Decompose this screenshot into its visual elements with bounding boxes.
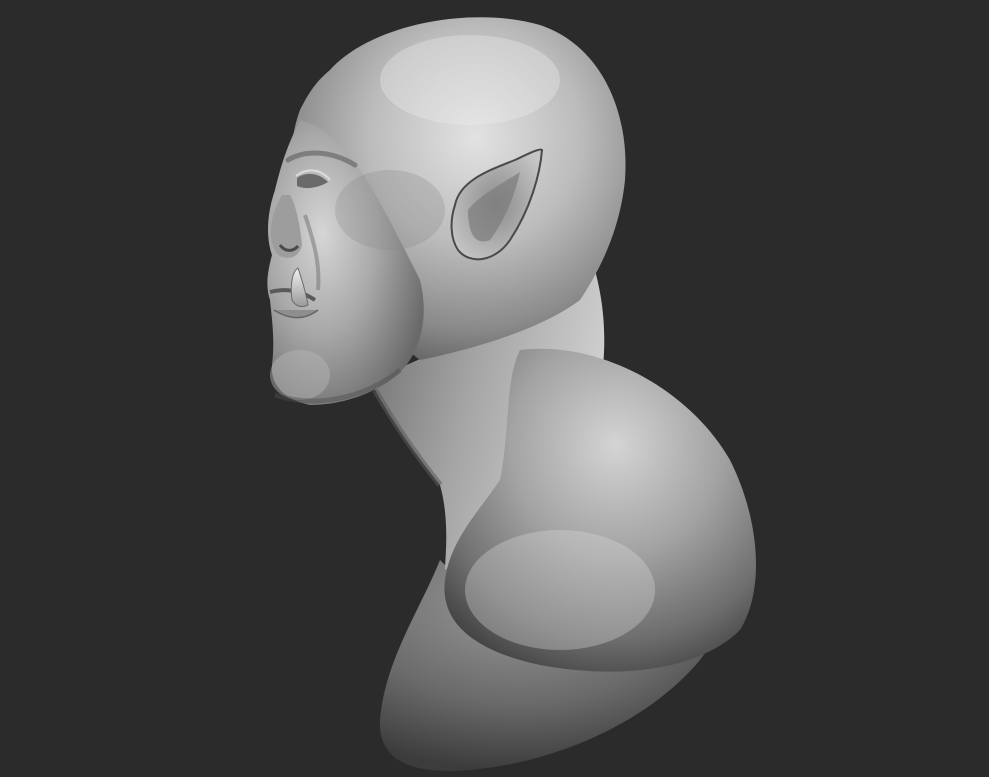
shoulder-highlight — [465, 530, 655, 650]
chin — [270, 350, 330, 400]
cranium-highlight — [380, 35, 560, 125]
sculpt-viewport[interactable] — [0, 0, 989, 777]
sculpt-render — [267, 17, 757, 771]
temple-shadow — [335, 170, 445, 250]
